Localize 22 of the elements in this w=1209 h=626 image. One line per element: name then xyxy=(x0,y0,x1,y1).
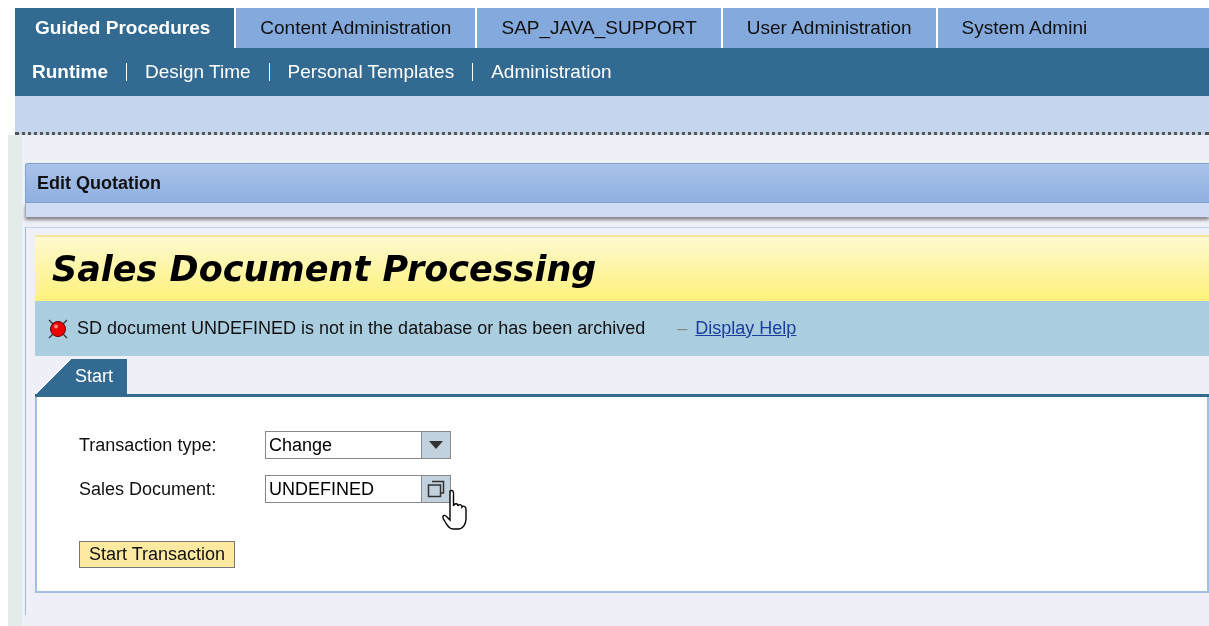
panel-title: Edit Quotation xyxy=(25,163,1209,203)
sub-nav-link[interactable]: Administration xyxy=(491,61,612,83)
dash-text: – xyxy=(677,318,688,339)
help-link[interactable]: Display Help xyxy=(695,318,797,339)
sub-nav-link[interactable]: Runtime xyxy=(32,61,108,83)
start-transaction-button[interactable]: Start Transaction xyxy=(79,541,236,568)
page-title: Sales Document Processing xyxy=(35,235,1209,301)
dropdown-arrow-icon[interactable] xyxy=(429,441,443,449)
nav-tab[interactable]: System Admini xyxy=(935,8,1209,48)
nav-tab[interactable]: Content Administration xyxy=(234,8,476,48)
nav-tab[interactable]: Guided Procedures xyxy=(15,8,235,48)
dropdown-field[interactable]: Change xyxy=(265,431,451,459)
sub-nav-link[interactable]: Design Time xyxy=(145,61,251,83)
field-label: Sales Document: xyxy=(79,478,218,500)
copy-icon[interactable] xyxy=(427,480,445,498)
step-tab[interactable]: Start xyxy=(35,359,127,394)
nav-tab[interactable]: User Administration xyxy=(720,8,936,48)
nav-tab[interactable]: SAP_JAVA_SUPPORT xyxy=(475,8,721,48)
sub-nav-link[interactable]: Personal Templates xyxy=(287,61,455,83)
field-label: Transaction type: xyxy=(79,434,218,456)
input-field[interactable]: UNDEFINED xyxy=(265,475,451,503)
error-message: SD document UNDEFINED is not in the database or has been archived xyxy=(77,318,646,339)
